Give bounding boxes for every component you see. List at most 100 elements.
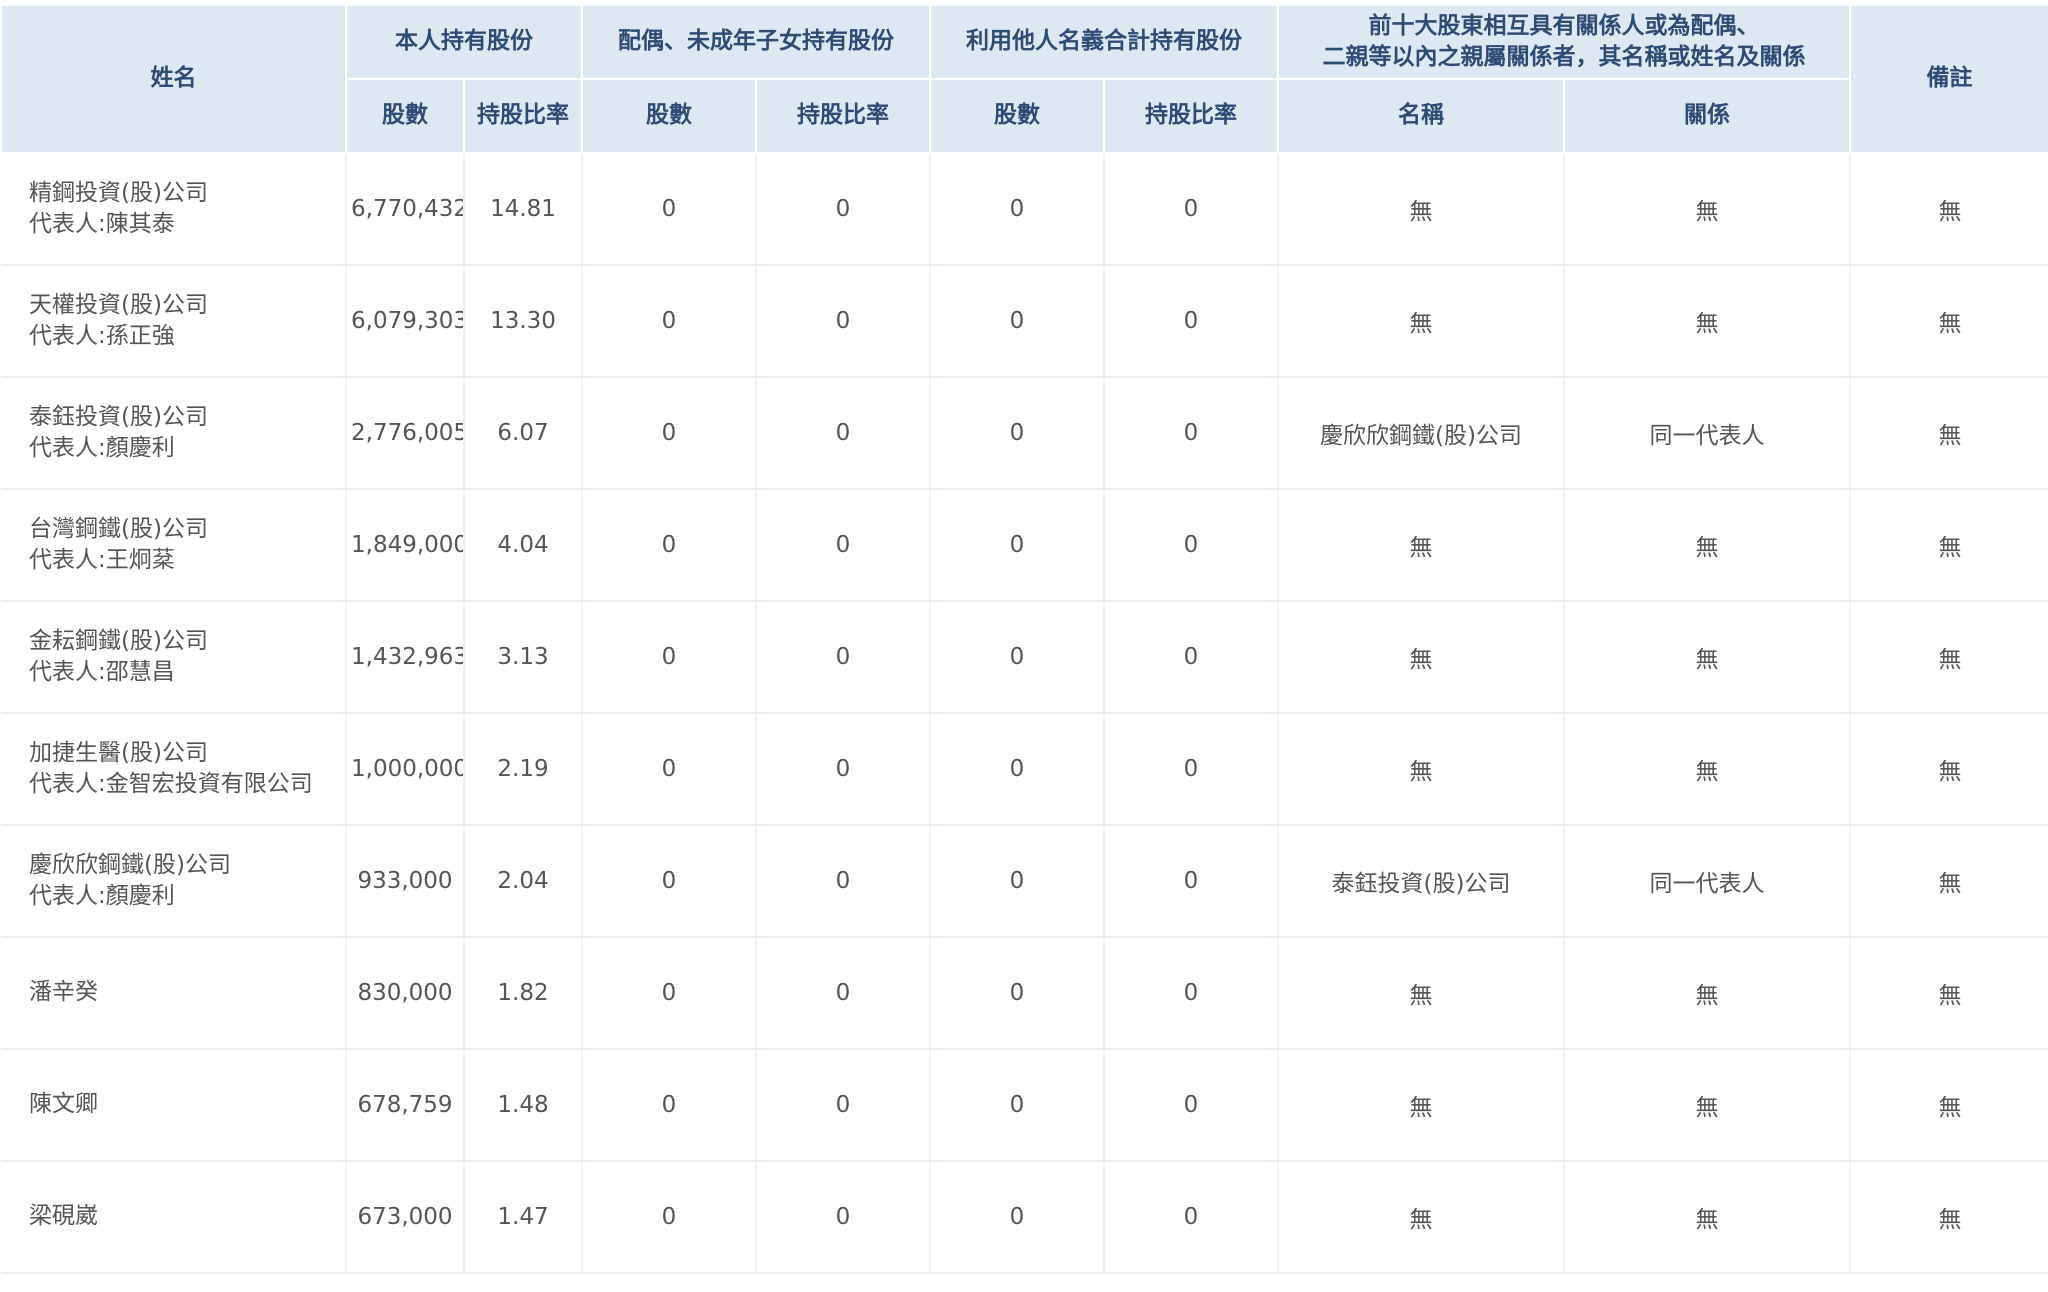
shareholder-name: 金耘鋼鐵(股)公司 xyxy=(29,627,208,654)
own-ratio-cell: 14.81 xyxy=(463,153,582,266)
spouse-shares-cell: 0 xyxy=(581,377,756,490)
nominee-ratio-cell: 0 xyxy=(1103,713,1278,826)
nominee-ratio-header: 持股比率 xyxy=(1103,78,1279,154)
table-row: 加捷生醫(股)公司 代表人:金智宏投資有限公司 1,000,000 2.19 0 0 0 0 無… xyxy=(1,713,2048,826)
table-row: 金耘鋼鐵(股)公司 代表人:邵慧昌 1,432,963 3.13 0 0 0 0 無無無 xyxy=(1,601,2048,714)
shareholder-name-cell: 金耘鋼鐵(股)公司 代表人:邵慧昌 xyxy=(1,601,346,714)
related-name-cell: 無 xyxy=(1277,713,1564,826)
shareholder-name-cell: 精鋼投資(股)公司 代表人:陳其泰 xyxy=(1,153,346,266)
shareholder-name: 加捷生醫(股)公司 xyxy=(29,739,208,766)
relation-cell: 無 xyxy=(1563,153,1850,266)
own-shares-cell: 678,759 xyxy=(345,1049,464,1162)
representative-name: 代表人:顏慶利 xyxy=(29,883,175,909)
spouse-ratio-cell: 0 xyxy=(755,377,930,490)
own-shares-header: 股數 xyxy=(345,78,465,154)
relation-cell: 同一代表人 xyxy=(1563,377,1850,490)
remark-cell: 無 xyxy=(1849,1049,2048,1162)
related-name-header: 名稱 xyxy=(1277,78,1565,154)
nominee-shares-cell: 0 xyxy=(929,937,1104,1050)
own-shares-cell: 830,000 xyxy=(345,937,464,1050)
shareholders-table: 姓名 本人持有股份 配偶、未成年子女持有股份 利用他人名義合計持有股份 前十大股… xyxy=(0,4,2048,1274)
col-spouse-header: 配偶、未成年子女持有股份 xyxy=(581,4,931,80)
shareholder-name-cell: 慶欣欣鋼鐵(股)公司 代表人:顏慶利 xyxy=(1,825,346,938)
spouse-shares-cell: 0 xyxy=(581,937,756,1050)
remark-cell: 無 xyxy=(1849,489,2048,602)
shareholder-name-cell: 泰鈺投資(股)公司 代表人:顏慶利 xyxy=(1,377,346,490)
nominee-ratio-cell: 0 xyxy=(1103,153,1278,266)
own-shares-cell: 933,000 xyxy=(345,825,464,938)
spouse-ratio-cell: 0 xyxy=(755,153,930,266)
nominee-shares-cell: 0 xyxy=(929,1161,1104,1274)
nominee-ratio-cell: 0 xyxy=(1103,489,1278,602)
col-nominee-header: 利用他人名義合計持有股份 xyxy=(929,4,1279,80)
spouse-ratio-header: 持股比率 xyxy=(755,78,931,154)
remark-cell: 無 xyxy=(1849,713,2048,826)
shareholder-name-cell: 潘辛癸 xyxy=(1,937,346,1050)
nominee-shares-cell: 0 xyxy=(929,825,1104,938)
spouse-ratio-cell: 0 xyxy=(755,1049,930,1162)
related-header-line1: 前十大股東相互具有關係人或為配偶、 xyxy=(1368,12,1760,39)
table-row: 梁硯崴 673,000 1.47 0 0 0 0 無無無 xyxy=(1,1161,2048,1274)
own-shares-cell: 6,770,432 xyxy=(345,153,464,266)
table-row: 潘辛癸 830,000 1.82 0 0 0 0 無無無 xyxy=(1,937,2048,1050)
relation-cell: 無 xyxy=(1563,713,1850,826)
representative-name: 代表人:王炯棻 xyxy=(29,547,175,573)
related-name-cell: 無 xyxy=(1277,265,1564,378)
related-name-cell: 慶欣欣鋼鐵(股)公司 xyxy=(1277,377,1564,490)
own-ratio-cell: 6.07 xyxy=(463,377,582,490)
own-ratio-cell: 1.48 xyxy=(463,1049,582,1162)
nominee-ratio-cell: 0 xyxy=(1103,1161,1278,1274)
shareholder-name: 泰鈺投資(股)公司 xyxy=(29,403,208,430)
own-ratio-cell: 1.82 xyxy=(463,937,582,1050)
remark-cell: 無 xyxy=(1849,1161,2048,1274)
shareholder-name: 梁硯崴 xyxy=(29,1203,98,1230)
spouse-ratio-cell: 0 xyxy=(755,265,930,378)
table-body: 精鋼投資(股)公司 代表人:陳其泰 6,770,432 14.81 0 0 0 0 無無無天權投… xyxy=(1,153,2048,1274)
representative-name: 代表人:金智宏投資有限公司 xyxy=(29,771,313,797)
spouse-ratio-cell: 0 xyxy=(755,937,930,1050)
related-header-line2: 二親等以內之親屬關係者，其名稱或姓名及關係 xyxy=(1322,44,1806,70)
table-row: 陳文卿 678,759 1.48 0 0 0 0 無無無 xyxy=(1,1049,2048,1162)
related-name-cell: 無 xyxy=(1277,153,1564,266)
col-own-header: 本人持有股份 xyxy=(345,4,583,80)
remark-cell: 無 xyxy=(1849,937,2048,1050)
spouse-ratio-cell: 0 xyxy=(755,489,930,602)
own-ratio-cell: 2.04 xyxy=(463,825,582,938)
related-name-cell: 無 xyxy=(1277,1161,1564,1274)
related-name-cell: 泰鈺投資(股)公司 xyxy=(1277,825,1564,938)
spouse-ratio-cell: 0 xyxy=(755,601,930,714)
own-ratio-header: 持股比率 xyxy=(463,78,583,154)
nominee-shares-cell: 0 xyxy=(929,153,1104,266)
representative-name: 代表人:顏慶利 xyxy=(29,435,175,461)
table-row: 台灣鋼鐵(股)公司 代表人:王炯棻 1,849,000 4.04 0 0 0 0 無無無 xyxy=(1,489,2048,602)
nominee-shares-cell: 0 xyxy=(929,713,1104,826)
related-name-cell: 無 xyxy=(1277,489,1564,602)
relation-header: 關係 xyxy=(1563,78,1851,154)
spouse-shares-cell: 0 xyxy=(581,601,756,714)
own-shares-cell: 1,432,963 xyxy=(345,601,464,714)
spouse-shares-cell: 0 xyxy=(581,1049,756,1162)
shareholder-name: 慶欣欣鋼鐵(股)公司 xyxy=(29,851,231,878)
own-shares-cell: 673,000 xyxy=(345,1161,464,1274)
own-shares-cell: 2,776,005 xyxy=(345,377,464,490)
related-name-cell: 無 xyxy=(1277,1049,1564,1162)
shareholder-name: 陳文卿 xyxy=(29,1091,98,1118)
table-row: 精鋼投資(股)公司 代表人:陳其泰 6,770,432 14.81 0 0 0 0 無無無 xyxy=(1,153,2048,266)
relation-cell: 無 xyxy=(1563,1161,1850,1274)
col-name-header: 姓名 xyxy=(0,4,347,154)
spouse-shares-cell: 0 xyxy=(581,825,756,938)
related-name-cell: 無 xyxy=(1277,937,1564,1050)
shareholder-name: 精鋼投資(股)公司 xyxy=(29,179,208,206)
relation-cell: 無 xyxy=(1563,937,1850,1050)
shareholder-name: 天權投資(股)公司 xyxy=(29,291,208,318)
representative-name: 代表人:陳其泰 xyxy=(29,211,175,237)
own-ratio-cell: 1.47 xyxy=(463,1161,582,1274)
nominee-shares-cell: 0 xyxy=(929,265,1104,378)
nominee-shares-cell: 0 xyxy=(929,1049,1104,1162)
representative-name: 代表人:孫正強 xyxy=(29,323,175,349)
relation-cell: 無 xyxy=(1563,265,1850,378)
relation-cell: 同一代表人 xyxy=(1563,825,1850,938)
nominee-shares-cell: 0 xyxy=(929,377,1104,490)
representative-name: 代表人:邵慧昌 xyxy=(29,659,175,685)
relation-cell: 無 xyxy=(1563,489,1850,602)
